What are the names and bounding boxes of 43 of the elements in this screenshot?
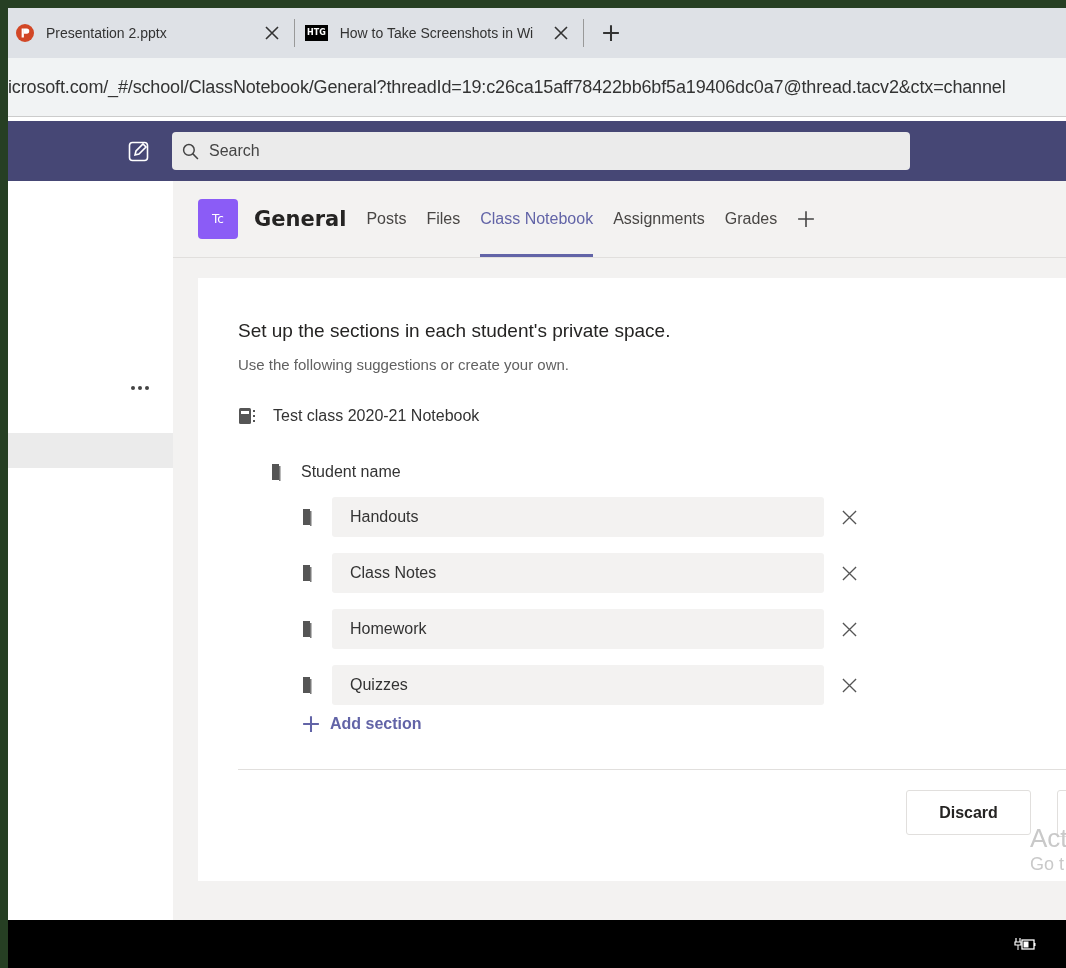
powerpoint-icon: [16, 24, 34, 42]
add-tab-icon[interactable]: [797, 210, 816, 228]
section-field[interactable]: Class Notes: [332, 553, 824, 593]
notebook-name: Test class 2020-21 Notebook: [273, 407, 480, 425]
discard-button[interactable]: Discard: [906, 790, 1031, 835]
notebook-icon: [238, 407, 256, 425]
section-field[interactable]: Homework: [332, 609, 824, 649]
channel-tab[interactable]: Class Notebook: [480, 181, 594, 257]
more-icon[interactable]: [130, 385, 150, 391]
channel-tab[interactable]: Posts: [366, 181, 407, 257]
compose-icon[interactable]: [128, 140, 150, 162]
team-avatar: Tc: [198, 199, 238, 239]
battery-icon[interactable]: [1014, 937, 1036, 951]
close-icon[interactable]: [264, 25, 280, 41]
plus-icon: [302, 715, 320, 733]
channel-tab[interactable]: Assignments: [613, 181, 705, 257]
section-icon: [302, 620, 312, 638]
search-field[interactable]: Search: [172, 132, 910, 170]
tab-title: Presentation 2.pptx: [46, 25, 168, 41]
card-title: Set up the sections in each student's private space.: [238, 320, 672, 342]
channel-name: General: [254, 207, 347, 231]
remove-icon[interactable]: [842, 621, 857, 637]
section-icon: [302, 508, 312, 526]
new-tab-icon[interactable]: [602, 24, 620, 42]
channel-tab[interactable]: Files: [426, 181, 461, 257]
remove-icon[interactable]: [842, 565, 857, 581]
section-field[interactable]: Quizzes: [332, 665, 824, 705]
remove-icon[interactable]: [842, 509, 857, 525]
browser-tab[interactable]: HTG How to Take Screenshots in Wi: [301, 13, 577, 53]
section-icon: [302, 564, 312, 582]
channel-tab[interactable]: Grades: [724, 181, 778, 257]
section-icon: [271, 463, 281, 481]
search-icon: [182, 143, 199, 160]
site-logo: HTG: [305, 25, 328, 41]
section-field[interactable]: Handouts: [332, 497, 824, 537]
add-section-link[interactable]: Add section: [302, 715, 422, 733]
section-icon: [302, 676, 312, 694]
tab-title: How to Take Screenshots in Wi: [339, 25, 535, 41]
remove-icon[interactable]: [842, 677, 857, 693]
close-icon[interactable]: [553, 25, 569, 41]
card-subtitle: Use the following suggestions or create your own.: [238, 356, 570, 373]
browser-tab[interactable]: Presentation 2.pptx: [12, 13, 288, 53]
student-name: Student name: [301, 463, 401, 481]
